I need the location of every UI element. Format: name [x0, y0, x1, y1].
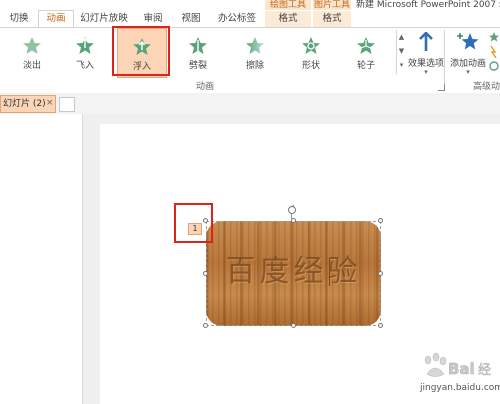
- animation-label: 擦除: [245, 61, 264, 71]
- animation-label: 浮入: [132, 62, 151, 72]
- resize-handle-bottom[interactable]: [291, 323, 296, 328]
- gallery-scroll: ▲ ▼ ▾: [396, 30, 406, 74]
- gallery-more-icon[interactable]: ▾: [397, 58, 406, 72]
- animation-split[interactable]: 劈裂: [174, 28, 222, 76]
- animation-float-in[interactable]: 浮入: [117, 28, 167, 78]
- tab-slideshow[interactable]: 幻灯片放映: [78, 11, 130, 27]
- wheel-star-icon: [357, 37, 375, 54]
- rotate-handle-stem: [291, 214, 292, 220]
- resize-handle-bottom-right[interactable]: [378, 323, 383, 328]
- baidu-jingyan-watermark-logo: Bai 经: [424, 352, 491, 378]
- tab-format-picture[interactable]: 格式: [313, 11, 351, 27]
- tab-transitions[interactable]: 切换: [4, 11, 34, 27]
- selection-frame: [206, 221, 381, 326]
- add-animation-star-icon: [457, 33, 479, 50]
- resize-handle-bottom-left[interactable]: [203, 323, 208, 328]
- tab-animations[interactable]: 动画: [38, 10, 74, 27]
- chevron-down-icon: ▾: [466, 68, 470, 76]
- tab-view[interactable]: 视图: [176, 11, 206, 27]
- animation-label: 劈裂: [188, 61, 207, 71]
- animation-label: 淡出: [22, 61, 41, 71]
- svg-text:经: 经: [478, 363, 491, 378]
- svg-text:Bai: Bai: [448, 360, 475, 378]
- resize-handle-top-right[interactable]: [378, 218, 383, 223]
- slide-thumbnail-panel: [0, 114, 83, 404]
- advanced-animation-group-label: 高级动: [472, 82, 500, 92]
- rotate-handle-icon[interactable]: [287, 205, 297, 215]
- fly-in-star-icon: [76, 37, 94, 54]
- watermark-url: jingyan.baidu.com: [420, 383, 500, 393]
- animation-pane-icons[interactable]: [488, 30, 500, 74]
- arrow-up-icon: [419, 32, 433, 51]
- add-animation-button[interactable]: 添加动画 ▾: [448, 30, 488, 78]
- fade-star-icon: [23, 37, 41, 54]
- split-star-icon: [189, 37, 207, 54]
- resize-handle-right[interactable]: [378, 271, 383, 276]
- close-icon[interactable]: ×: [46, 97, 54, 109]
- tab-review[interactable]: 审阅: [138, 11, 168, 27]
- dialog-launcher-icon[interactable]: [438, 84, 445, 91]
- animation-wheel[interactable]: 轮子: [342, 28, 390, 76]
- annotation-highlight-order-tag: [174, 203, 213, 243]
- shape-star-icon: [302, 37, 320, 54]
- gallery-scroll-down-icon[interactable]: ▼: [397, 44, 406, 58]
- tab-office-tab[interactable]: 办公标签: [212, 11, 262, 27]
- animation-wipe[interactable]: 擦除: [231, 28, 279, 76]
- float-in-star-icon: [133, 38, 151, 55]
- group-divider: [444, 30, 445, 86]
- animation-fly-in[interactable]: 飞入: [61, 28, 109, 76]
- picture-tools-context-label: 图片工具: [313, 0, 351, 10]
- effect-options-button[interactable]: 效果选项 ▾: [408, 30, 444, 78]
- animation-label: 飞入: [75, 61, 94, 71]
- resize-handle-left[interactable]: [203, 271, 208, 276]
- drawing-tools-context-label: 绘图工具: [265, 0, 311, 10]
- gallery-scroll-up-icon[interactable]: ▲: [397, 30, 406, 44]
- tab-format-drawing[interactable]: 格式: [265, 11, 311, 27]
- animation-fade[interactable]: 淡出: [8, 28, 56, 76]
- document-tab-label: 幻灯片 (2): [3, 99, 46, 109]
- animation-label: 轮子: [356, 61, 375, 71]
- new-tab-button[interactable]: [59, 97, 75, 112]
- window-title: 新建 Microsoft PowerPoint 2007 幻: [356, 0, 500, 10]
- animation-shape[interactable]: 形状: [287, 28, 335, 76]
- animation-group-label: 动画: [195, 82, 214, 92]
- chevron-down-icon: ▾: [424, 68, 428, 76]
- document-tab-strip: [0, 93, 500, 115]
- wipe-star-icon: [246, 37, 264, 54]
- animation-label: 形状: [301, 61, 320, 71]
